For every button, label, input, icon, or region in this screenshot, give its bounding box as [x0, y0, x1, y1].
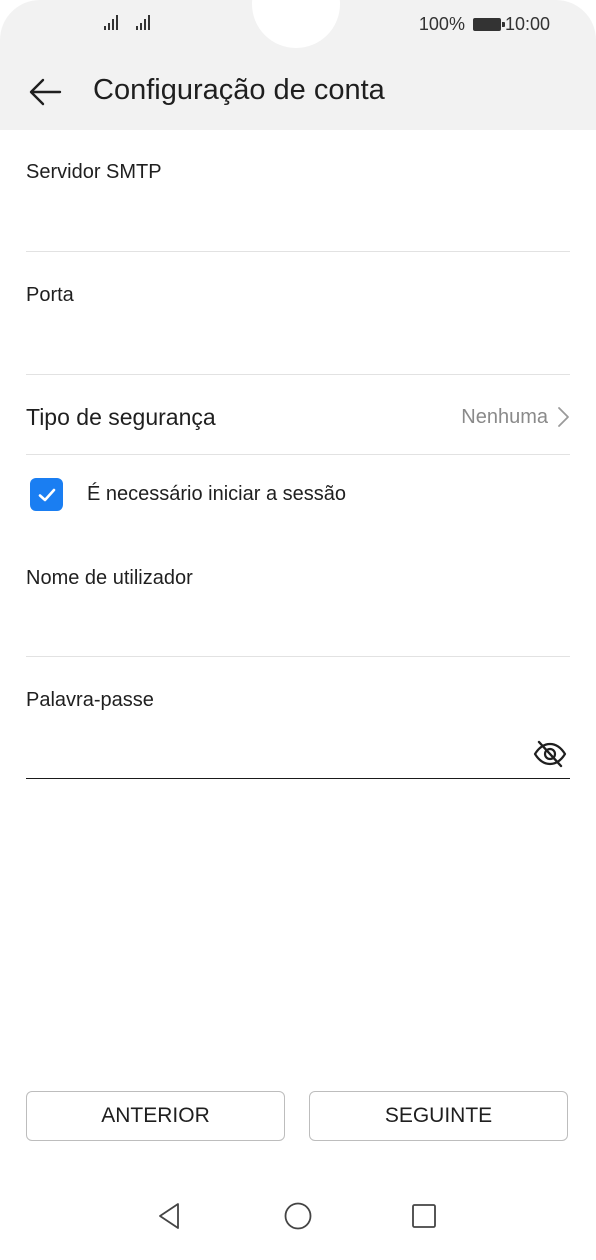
password-label: Palavra-passe	[26, 689, 154, 711]
battery-icon	[472, 18, 505, 31]
next-button[interactable]: SEGUINTE	[309, 1091, 568, 1141]
system-nav-bar	[0, 1190, 596, 1250]
username-input[interactable]	[26, 610, 570, 650]
square-recents-icon	[412, 1204, 436, 1228]
check-icon	[38, 488, 55, 501]
toggle-password-visibility-button[interactable]	[532, 738, 568, 770]
smtp-server-input[interactable]	[26, 204, 570, 244]
divider	[26, 374, 570, 375]
port-input[interactable]	[26, 327, 570, 367]
security-type-value: Nenhuma	[461, 405, 548, 428]
security-type-row[interactable]: Tipo de segurança Nenhuma	[26, 395, 570, 439]
divider	[26, 454, 570, 455]
triangle-back-icon	[159, 1203, 179, 1229]
login-required-label: É necessário iniciar a sessão	[87, 483, 347, 505]
nav-back-button[interactable]	[152, 1198, 188, 1234]
screen: 100% 10:00 Configuração de conta Servido…	[0, 0, 596, 1260]
username-field: Nome de utilizador	[26, 566, 570, 658]
security-type-value-wrap: Nenhuma	[461, 406, 570, 429]
login-required-checkbox[interactable]	[30, 478, 63, 511]
circle-home-icon	[284, 1202, 312, 1230]
signal-icon-2	[136, 12, 150, 30]
camera-notch	[252, 0, 340, 48]
nav-recents-button[interactable]	[406, 1198, 442, 1234]
smtp-server-field: Servidor SMTP	[26, 160, 570, 252]
arrow-left-icon	[29, 78, 62, 106]
previous-button[interactable]: ANTERIOR	[26, 1091, 285, 1141]
password-field: Palavra-passe	[26, 688, 570, 780]
top-bar: 100% 10:00 Configuração de conta	[0, 0, 596, 130]
divider	[26, 656, 570, 657]
port-label: Porta	[26, 284, 74, 306]
smtp-server-label: Servidor SMTP	[26, 161, 162, 183]
username-label: Nome de utilizador	[26, 567, 193, 589]
back-button[interactable]	[26, 72, 66, 112]
port-field: Porta	[26, 283, 570, 375]
status-right: 100% 10:00	[419, 14, 550, 35]
battery-percent: 100%	[418, 14, 465, 34]
clock: 10:00	[504, 14, 550, 34]
divider	[26, 251, 570, 252]
signal-icon	[104, 12, 118, 30]
eye-off-icon	[533, 740, 567, 768]
chevron-right-icon	[558, 407, 569, 427]
password-input[interactable]	[26, 734, 520, 774]
password-underline	[26, 778, 570, 779]
nav-home-button[interactable]	[280, 1198, 316, 1234]
page-title: Configuração de conta	[93, 74, 385, 106]
security-type-label: Tipo de segurança	[26, 403, 216, 430]
login-required-row[interactable]: É necessário iniciar a sessão	[30, 478, 346, 511]
